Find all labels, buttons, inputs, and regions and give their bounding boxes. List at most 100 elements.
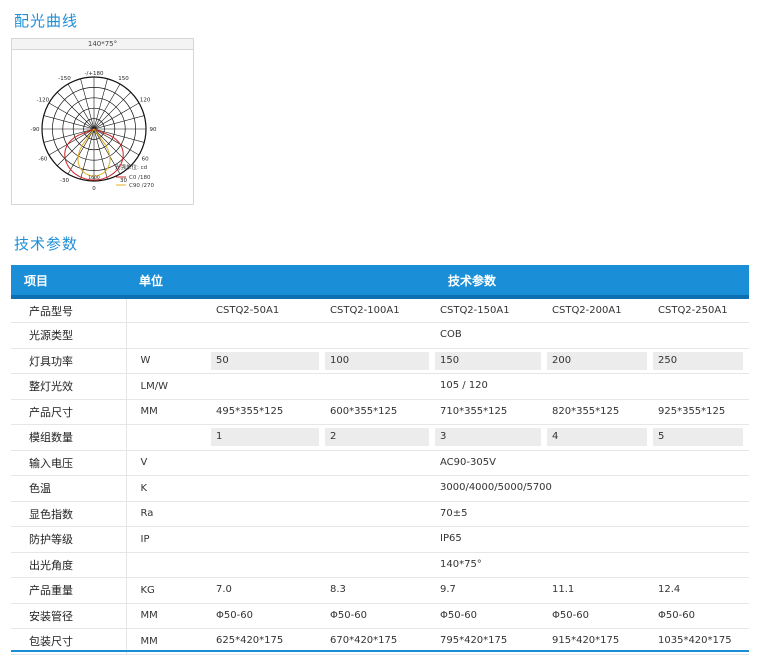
row-value-cell: CSTQ2-200A1 bbox=[547, 297, 653, 323]
row-value-cell: CSTQ2-150A1 bbox=[435, 297, 547, 323]
row-span-cell: AC90-305V bbox=[435, 450, 750, 476]
polar-legend-title: 光强单位: cd bbox=[115, 163, 147, 171]
polar-legend: 光强单位: cd C0 /180 C90 /270 bbox=[115, 163, 154, 189]
table-row: 显色指数 Ra 70±5 bbox=[11, 501, 750, 527]
row-value-cell: 925*355*125 bbox=[653, 399, 750, 425]
table-row: 产品尺寸 MM 495*355*125 600*355*125 710*355*125 8… bbox=[11, 399, 750, 425]
table-row: 输入电压 V AC90-305V bbox=[11, 450, 750, 476]
row-value: 8.3 bbox=[330, 584, 346, 596]
row-span-value: 140*75° bbox=[440, 558, 482, 570]
table-row: 防护等级 IP IP65 bbox=[11, 526, 750, 553]
row-value-cell: CSTQ2-100A1 bbox=[325, 297, 435, 323]
row-value: 7.0 bbox=[216, 584, 232, 596]
row-value-cell: 150 bbox=[435, 348, 547, 374]
row-value: 100 bbox=[325, 351, 429, 370]
row-value-cell: Φ50-60 bbox=[211, 603, 325, 629]
row-value: 50 bbox=[211, 351, 319, 370]
row-unit: K bbox=[125, 475, 211, 502]
polar-diagram: -/+180 -150 150 -120 120 -90 90 -60 60 -30 30 0 1600… bbox=[31, 71, 157, 192]
row-value: Φ50-60 bbox=[330, 609, 367, 621]
row-span-value: AC90-305V bbox=[440, 456, 496, 468]
row-value-cell: 1 bbox=[211, 424, 325, 451]
polar-angle-label: -/+180 bbox=[85, 71, 104, 77]
row-value: Φ50-60 bbox=[658, 609, 695, 621]
row-unit: W bbox=[125, 348, 211, 374]
row-value: 710*355*125 bbox=[440, 405, 508, 417]
row-value: 2 bbox=[325, 428, 429, 447]
row-item-label: 灯具功率 bbox=[11, 348, 126, 374]
header-unit: 单位 bbox=[126, 265, 211, 299]
row-value: 9.7 bbox=[440, 584, 456, 596]
table-row: 模组数量 1 2 3 4 5 bbox=[11, 424, 750, 451]
row-value-cell: 4 bbox=[547, 424, 653, 451]
row-span-value: IP65 bbox=[440, 533, 462, 545]
row-value: 1 bbox=[211, 428, 319, 447]
spec-table-header: 项目 单位 技术参数 bbox=[11, 265, 750, 299]
row-value: 625*420*175 bbox=[216, 635, 284, 647]
table-row: 整灯光效 LM/W 105 / 120 bbox=[11, 373, 750, 400]
polar-angle-label: 90 bbox=[150, 127, 157, 133]
row-value: CSTQ2-250A1 bbox=[658, 304, 728, 316]
row-value-cell: 9.7 bbox=[435, 577, 547, 604]
row-span-cell: 3000/4000/5000/5700 bbox=[435, 475, 750, 502]
polar-chart-header: 140*75° bbox=[12, 39, 193, 50]
row-item-label: 产品尺寸 bbox=[11, 399, 126, 425]
row-span-value: 3000/4000/5000/5700 bbox=[440, 482, 552, 494]
light-curve-title: 配光曲线 bbox=[14, 12, 79, 30]
table-row: 光源类型 COB bbox=[11, 322, 750, 349]
row-value: 600*355*125 bbox=[330, 405, 398, 417]
polar-ring-label: 1600 bbox=[88, 175, 100, 181]
row-item-label: 显色指数 bbox=[11, 501, 126, 527]
row-value: CSTQ2-50A1 bbox=[216, 304, 280, 316]
row-value-cell: 710*355*125 bbox=[435, 399, 547, 425]
row-value: CSTQ2-100A1 bbox=[330, 304, 400, 316]
row-value-cell: 11.1 bbox=[547, 577, 653, 604]
row-value-cell: 200 bbox=[547, 348, 653, 374]
row-value-cell: Φ50-60 bbox=[653, 603, 750, 629]
table-row: 色温 K 3000/4000/5000/5700 bbox=[11, 475, 750, 502]
legend-c90-label: C90 /270 bbox=[129, 183, 154, 189]
row-value: 250 bbox=[653, 351, 744, 370]
polar-chart-panel: 140*75° -/+180 -150 150 -120 120 -90 90 -60 60 -3… bbox=[11, 38, 194, 205]
row-span-value: 70±5 bbox=[440, 507, 468, 519]
row-value: Φ50-60 bbox=[552, 609, 589, 621]
legend-c0-label: C0 /180 bbox=[129, 175, 151, 181]
row-value: 820*355*125 bbox=[552, 405, 620, 417]
row-item-label: 整灯光效 bbox=[11, 373, 126, 400]
row-value-cell: 3 bbox=[435, 424, 547, 451]
row-value-cell: 2 bbox=[325, 424, 435, 451]
polar-angle-label: -60 bbox=[38, 157, 47, 163]
row-value: CSTQ2-150A1 bbox=[440, 304, 510, 316]
row-value: 795*420*175 bbox=[440, 635, 508, 647]
row-value-cell: 600*355*125 bbox=[325, 399, 435, 425]
polar-angle-label: 60 bbox=[142, 157, 149, 163]
row-item-label: 模组数量 bbox=[11, 424, 126, 451]
row-value-cell: 12.4 bbox=[653, 577, 750, 604]
row-value-cell: 250 bbox=[653, 348, 750, 374]
polar-angle-label: -120 bbox=[37, 98, 50, 104]
row-unit: Ra bbox=[125, 501, 211, 527]
row-unit: V bbox=[125, 450, 211, 476]
header-params: 技术参数 bbox=[435, 265, 750, 299]
row-value: 12.4 bbox=[658, 584, 681, 596]
row-value-cell: 5 bbox=[653, 424, 750, 451]
row-unit bbox=[125, 322, 211, 349]
row-value: CSTQ2-200A1 bbox=[552, 304, 622, 316]
row-unit bbox=[125, 552, 211, 578]
table-bottom-rule bbox=[11, 650, 749, 652]
polar-angle-label: -30 bbox=[60, 178, 69, 184]
row-unit bbox=[125, 424, 211, 451]
row-unit: KG bbox=[125, 577, 211, 604]
table-row: 产品重量 KG 7.0 8.3 9.7 11.1 12.4 bbox=[11, 577, 750, 604]
row-span-cell: 140*75° bbox=[435, 552, 750, 578]
table-row: 灯具功率 W 50 100 150 200 250 bbox=[11, 348, 750, 374]
header-item: 项目 bbox=[11, 265, 126, 299]
table-row: 产品型号 CSTQ2-50A1 CSTQ2-100A1 CSTQ2-150A1 CSTQ… bbox=[11, 297, 750, 323]
row-value: 11.1 bbox=[552, 584, 575, 596]
row-item-label: 产品型号 bbox=[11, 297, 126, 323]
row-value-cell: 100 bbox=[325, 348, 435, 374]
row-item-label: 光源类型 bbox=[11, 322, 126, 349]
row-value: 1035*420*175 bbox=[658, 635, 732, 647]
row-value-cell: 50 bbox=[211, 348, 325, 374]
row-value-cell: 820*355*125 bbox=[547, 399, 653, 425]
